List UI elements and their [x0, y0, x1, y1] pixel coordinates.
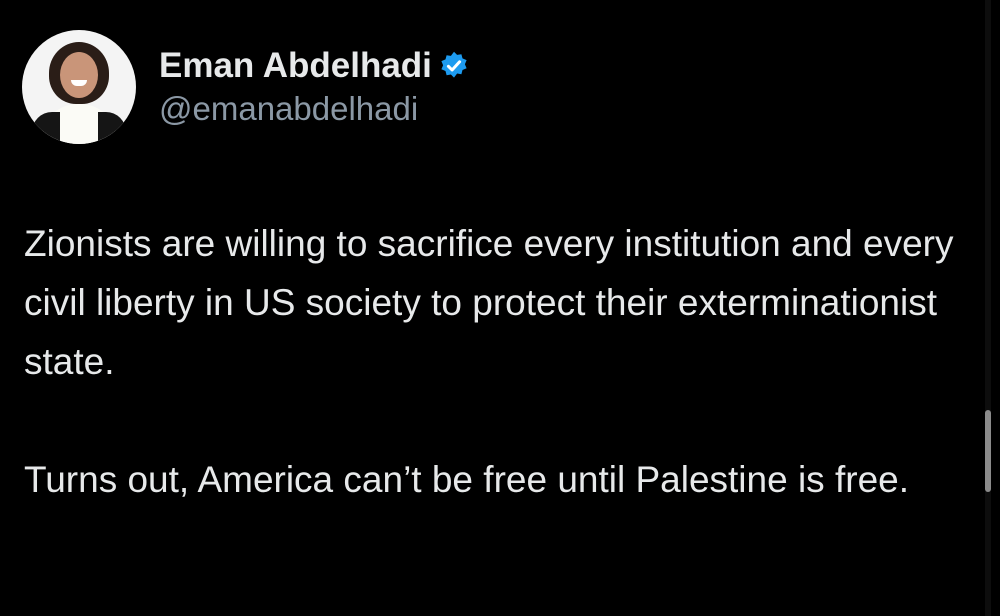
avatar-jacket-right — [98, 112, 126, 144]
avatar[interactable] — [22, 30, 136, 144]
avatar-face — [60, 52, 98, 98]
verified-badge-icon — [438, 50, 470, 82]
author-handle[interactable]: @emanabdelhadi — [159, 89, 470, 129]
avatar-jacket-left — [32, 112, 60, 144]
tweet-header: Eman Abdelhadi @emanabdelhadi — [22, 30, 470, 144]
tweet-paragraph: Zionists are willing to sacrifice every … — [24, 223, 954, 382]
tweet-screen: Eman Abdelhadi @emanabdelhadi Zionists a… — [0, 0, 1000, 616]
tweet-body: Zionists are willing to sacrifice every … — [24, 214, 982, 509]
author-name-row: Eman Abdelhadi — [159, 45, 470, 87]
tweet-paragraph: Turns out, America can’t be free until P… — [24, 459, 910, 500]
scrollbar-track[interactable] — [985, 0, 991, 616]
scrollbar-thumb[interactable] — [985, 410, 991, 492]
author-display-name[interactable]: Eman Abdelhadi — [159, 45, 432, 87]
author-info: Eman Abdelhadi @emanabdelhadi — [159, 45, 470, 129]
